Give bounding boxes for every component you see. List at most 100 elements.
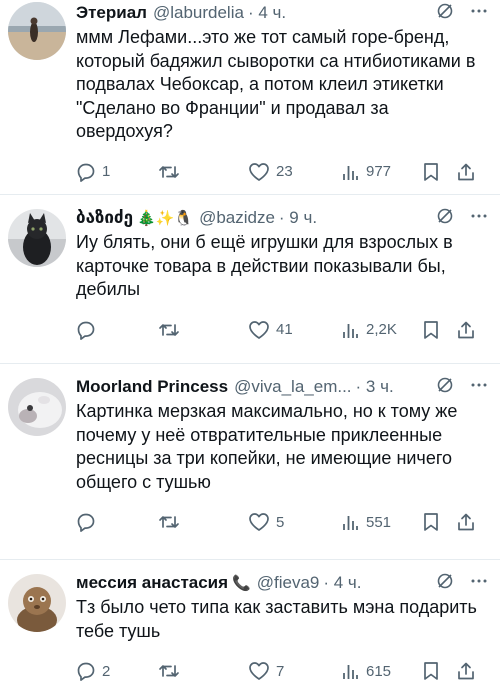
timestamp[interactable]: · 9 ч. — [279, 208, 317, 228]
share-button[interactable] — [456, 320, 476, 340]
grok-icon[interactable] — [436, 572, 454, 595]
avatar[interactable] — [8, 2, 66, 60]
tweet-text: Тз было чето типа как заставить мэна под… — [76, 597, 477, 641]
views-icon — [340, 162, 360, 182]
tweet-header: мессия анастасия 📞 @fieva9 · 4 ч. — [76, 570, 488, 596]
like-button[interactable]: 23 — [248, 162, 340, 182]
reply-icon — [76, 320, 96, 340]
share-button[interactable] — [456, 512, 476, 532]
tweet-actions: 2 7 615 — [76, 651, 488, 687]
display-name[interactable]: Moorland Princess — [76, 377, 228, 397]
reply-button[interactable]: 2 — [76, 661, 158, 681]
display-name[interactable]: ბაზიძე — [76, 208, 133, 228]
retweet-button[interactable] — [158, 512, 248, 532]
like-icon — [248, 162, 270, 182]
retweet-button[interactable] — [158, 661, 248, 681]
bookmark-icon — [422, 320, 440, 340]
tweet[interactable]: Этериал @laburdelia · 4 ч. ммм Лефами...… — [0, 0, 500, 195]
retweet-icon — [158, 661, 180, 681]
reply-icon — [76, 512, 96, 532]
views-icon — [340, 320, 360, 340]
bookmark-button[interactable] — [422, 512, 456, 532]
share-button[interactable] — [456, 162, 476, 182]
reply-button[interactable]: 1 — [76, 162, 158, 182]
tweet-actions: 1 23 977 — [76, 152, 488, 192]
more-icon[interactable] — [470, 2, 488, 25]
like-button[interactable]: 7 — [248, 661, 340, 681]
views-icon — [340, 661, 360, 681]
views-count: 551 — [366, 513, 392, 531]
retweet-button[interactable] — [158, 162, 248, 182]
grok-icon[interactable] — [436, 207, 454, 230]
like-count: 23 — [276, 163, 293, 180]
tweet-actions: 41 2,2K — [76, 310, 488, 350]
retweet-icon — [158, 512, 180, 532]
views-icon — [340, 512, 360, 532]
like-count: 41 — [276, 321, 293, 338]
retweet-icon — [158, 320, 180, 340]
timestamp[interactable]: · 3 ч. — [356, 377, 394, 397]
grok-icon[interactable] — [436, 2, 454, 25]
user-handle[interactable]: @bazidze — [199, 208, 275, 228]
views-count: 615 — [366, 662, 392, 680]
views-button[interactable]: 2,2K — [340, 320, 422, 340]
views-button[interactable]: 977 — [340, 162, 422, 182]
like-count: 5 — [276, 513, 285, 531]
views-button[interactable]: 551 — [340, 512, 422, 532]
bookmark-button[interactable] — [422, 162, 456, 182]
more-icon[interactable] — [470, 376, 488, 399]
bookmark-button[interactable] — [422, 661, 456, 681]
share-icon — [456, 661, 476, 681]
user-handle[interactable]: @laburdelia — [153, 3, 244, 23]
tweet-text: ммм Лефами...это же тот самый горе-бренд… — [76, 27, 476, 141]
grok-icon[interactable] — [436, 376, 454, 399]
retweet-button[interactable] — [158, 320, 248, 340]
bookmark-icon — [422, 162, 440, 182]
tweet-header: ბაზიძე 🎄✨🐧 @bazidze · 9 ч. — [76, 205, 488, 231]
reply-feed: Этериал @laburdelia · 4 ч. ммм Лефами...… — [0, 0, 500, 687]
like-button[interactable]: 5 — [248, 512, 340, 532]
avatar[interactable] — [8, 209, 66, 267]
more-icon[interactable] — [470, 572, 488, 595]
share-icon — [456, 162, 476, 182]
user-handle[interactable]: @fieva9 — [257, 573, 320, 593]
tweet-header: Moorland Princess @viva_la_em... · 3 ч. — [76, 374, 488, 400]
tweet[interactable]: мессия анастасия 📞 @fieva9 · 4 ч. Тз был… — [0, 560, 500, 687]
tweet-text: Картинка мерзкая максимально, но к тому … — [76, 401, 458, 492]
display-name[interactable]: Этериал — [76, 3, 147, 23]
more-icon[interactable] — [470, 207, 488, 230]
views-button[interactable]: 615 — [340, 661, 422, 681]
share-button[interactable] — [456, 661, 476, 681]
tweet[interactable]: Moorland Princess @viva_la_em... · 3 ч. … — [0, 364, 500, 560]
share-icon — [456, 512, 476, 532]
reply-count: 1 — [102, 163, 111, 180]
bookmark-icon — [422, 512, 440, 532]
views-count: 2,2K — [366, 321, 397, 338]
like-icon — [248, 661, 270, 681]
tweet[interactable]: ბაზიძე 🎄✨🐧 @bazidze · 9 ч. Иу блять, они… — [0, 195, 500, 364]
display-name[interactable]: мессия анастасия — [76, 573, 228, 593]
reply-icon — [76, 162, 96, 182]
reply-button[interactable] — [76, 512, 158, 532]
reply-count: 2 — [102, 662, 111, 680]
like-button[interactable]: 41 — [248, 320, 340, 340]
share-icon — [456, 320, 476, 340]
bookmark-icon — [422, 661, 440, 681]
reply-button[interactable] — [76, 320, 158, 340]
retweet-icon — [158, 162, 180, 182]
reply-icon — [76, 661, 96, 681]
tweet-header: Этериал @laburdelia · 4 ч. — [76, 0, 488, 26]
name-emoji: 🎄✨🐧 — [137, 210, 194, 227]
views-count: 977 — [366, 163, 392, 180]
like-count: 7 — [276, 662, 285, 680]
avatar[interactable] — [8, 574, 66, 632]
bookmark-button[interactable] — [422, 320, 456, 340]
timestamp[interactable]: · 4 ч. — [323, 573, 361, 593]
like-icon — [248, 320, 270, 340]
avatar[interactable] — [8, 378, 66, 436]
tweet-actions: 5 551 — [76, 502, 488, 542]
like-icon — [248, 512, 270, 532]
user-handle[interactable]: @viva_la_em... — [234, 377, 351, 397]
timestamp[interactable]: · 4 ч. — [248, 3, 286, 23]
name-emoji: 📞 — [232, 575, 251, 592]
